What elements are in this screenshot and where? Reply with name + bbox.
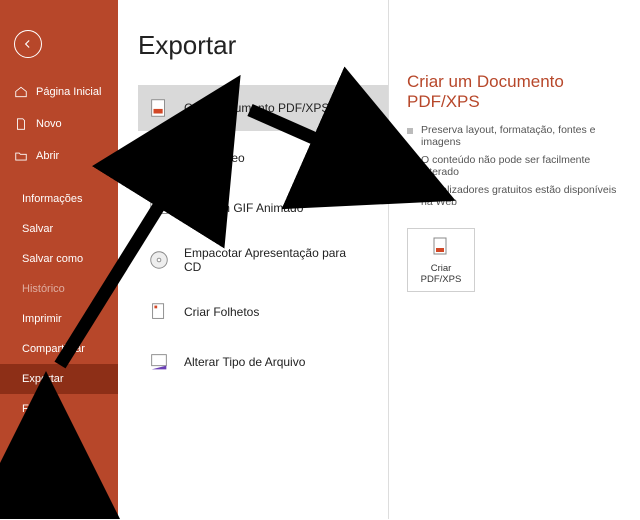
detail-bullet: Preserva layout, formatação, fontes e im…: [407, 124, 622, 148]
detail-bullet: O conteúdo não pode ser facilmente alter…: [407, 154, 622, 178]
nav-new-label: Novo: [36, 118, 62, 130]
back-arrow-icon: [21, 37, 35, 51]
detail-title: Criar um Documento PDF/XPS: [407, 72, 622, 112]
export-gif-label: Criar um GIF Animado: [184, 201, 303, 215]
nav-export-label: Exportar: [22, 373, 64, 385]
nav-options[interactable]: Opções: [0, 490, 118, 520]
nav-print[interactable]: Imprimir: [0, 304, 118, 334]
export-video-label: Criar Vídeo: [184, 151, 245, 165]
nav-comments-label: Comentários: [22, 469, 84, 481]
export-list: Exportar Criar Documento PDF/XPS Criar V…: [118, 0, 388, 519]
nav-export[interactable]: Exportar: [0, 364, 118, 394]
export-handouts[interactable]: Criar Folhetos: [138, 289, 388, 335]
create-pdf-button[interactable]: Criar PDF/XPS: [407, 228, 475, 292]
detail-pane: Criar um Documento PDF/XPS Preserva layo…: [388, 0, 640, 519]
gif-icon: GIF: [146, 196, 172, 220]
nav-saveas[interactable]: Salvar como: [0, 244, 118, 274]
export-handouts-label: Criar Folhetos: [184, 305, 259, 319]
nav-info[interactable]: Informações: [0, 184, 118, 214]
nav-info-label: Informações: [22, 193, 83, 205]
create-pdf-label: Criar PDF/XPS: [412, 263, 470, 285]
export-pdf-label: Criar Documento PDF/XPS: [184, 101, 329, 115]
nav-home[interactable]: Página Inicial: [0, 76, 118, 108]
back-button[interactable]: [14, 30, 42, 58]
handouts-icon: [146, 300, 172, 324]
export-gif[interactable]: GIF Criar um GIF Animado: [138, 185, 388, 231]
main-area: Exportar Criar Documento PDF/XPS Criar V…: [118, 0, 640, 519]
nav-print-label: Imprimir: [22, 313, 62, 325]
open-icon: [14, 149, 28, 163]
video-icon: [146, 146, 172, 170]
nav-new[interactable]: Novo: [0, 108, 118, 140]
nav-comments[interactable]: Comentários: [0, 460, 118, 490]
svg-text:GIF: GIF: [154, 205, 165, 212]
nav-share[interactable]: Compartilhar: [0, 334, 118, 364]
export-filetype-label: Alterar Tipo de Arquivo: [184, 355, 305, 369]
nav-history-label: Histórico: [22, 283, 65, 295]
nav-saveas-label: Salvar como: [22, 253, 83, 265]
nav-options-label: Opções: [22, 499, 60, 511]
export-pack[interactable]: Empacotar Apresentação para CD: [138, 235, 388, 285]
export-pack-label: Empacotar Apresentação para CD: [184, 246, 354, 274]
nav-share-label: Compartilhar: [22, 343, 85, 355]
new-icon: [14, 117, 28, 131]
pdf-icon: [146, 96, 172, 120]
nav-history: Histórico: [0, 274, 118, 304]
page-title: Exportar: [138, 30, 388, 61]
cd-icon: [146, 248, 172, 272]
nav-save[interactable]: Salvar: [0, 214, 118, 244]
nav-home-label: Página Inicial: [36, 86, 101, 98]
home-icon: [14, 85, 28, 99]
export-pdf[interactable]: Criar Documento PDF/XPS: [138, 85, 388, 131]
pdf-action-icon: [429, 235, 453, 259]
backstage-sidebar: Página Inicial Novo Abrir Informações Sa…: [0, 0, 118, 519]
filetype-icon: [146, 350, 172, 374]
nav-open-label: Abrir: [36, 150, 59, 162]
detail-bullet: Visualizadores gratuitos estão disponíve…: [407, 184, 622, 208]
nav-open[interactable]: Abrir: [0, 140, 118, 172]
export-filetype[interactable]: Alterar Tipo de Arquivo: [138, 339, 388, 385]
nav-close[interactable]: Fechar: [0, 394, 118, 424]
export-video[interactable]: Criar Vídeo: [138, 135, 388, 181]
nav-save-label: Salvar: [22, 223, 53, 235]
nav-close-label: Fechar: [22, 403, 56, 415]
